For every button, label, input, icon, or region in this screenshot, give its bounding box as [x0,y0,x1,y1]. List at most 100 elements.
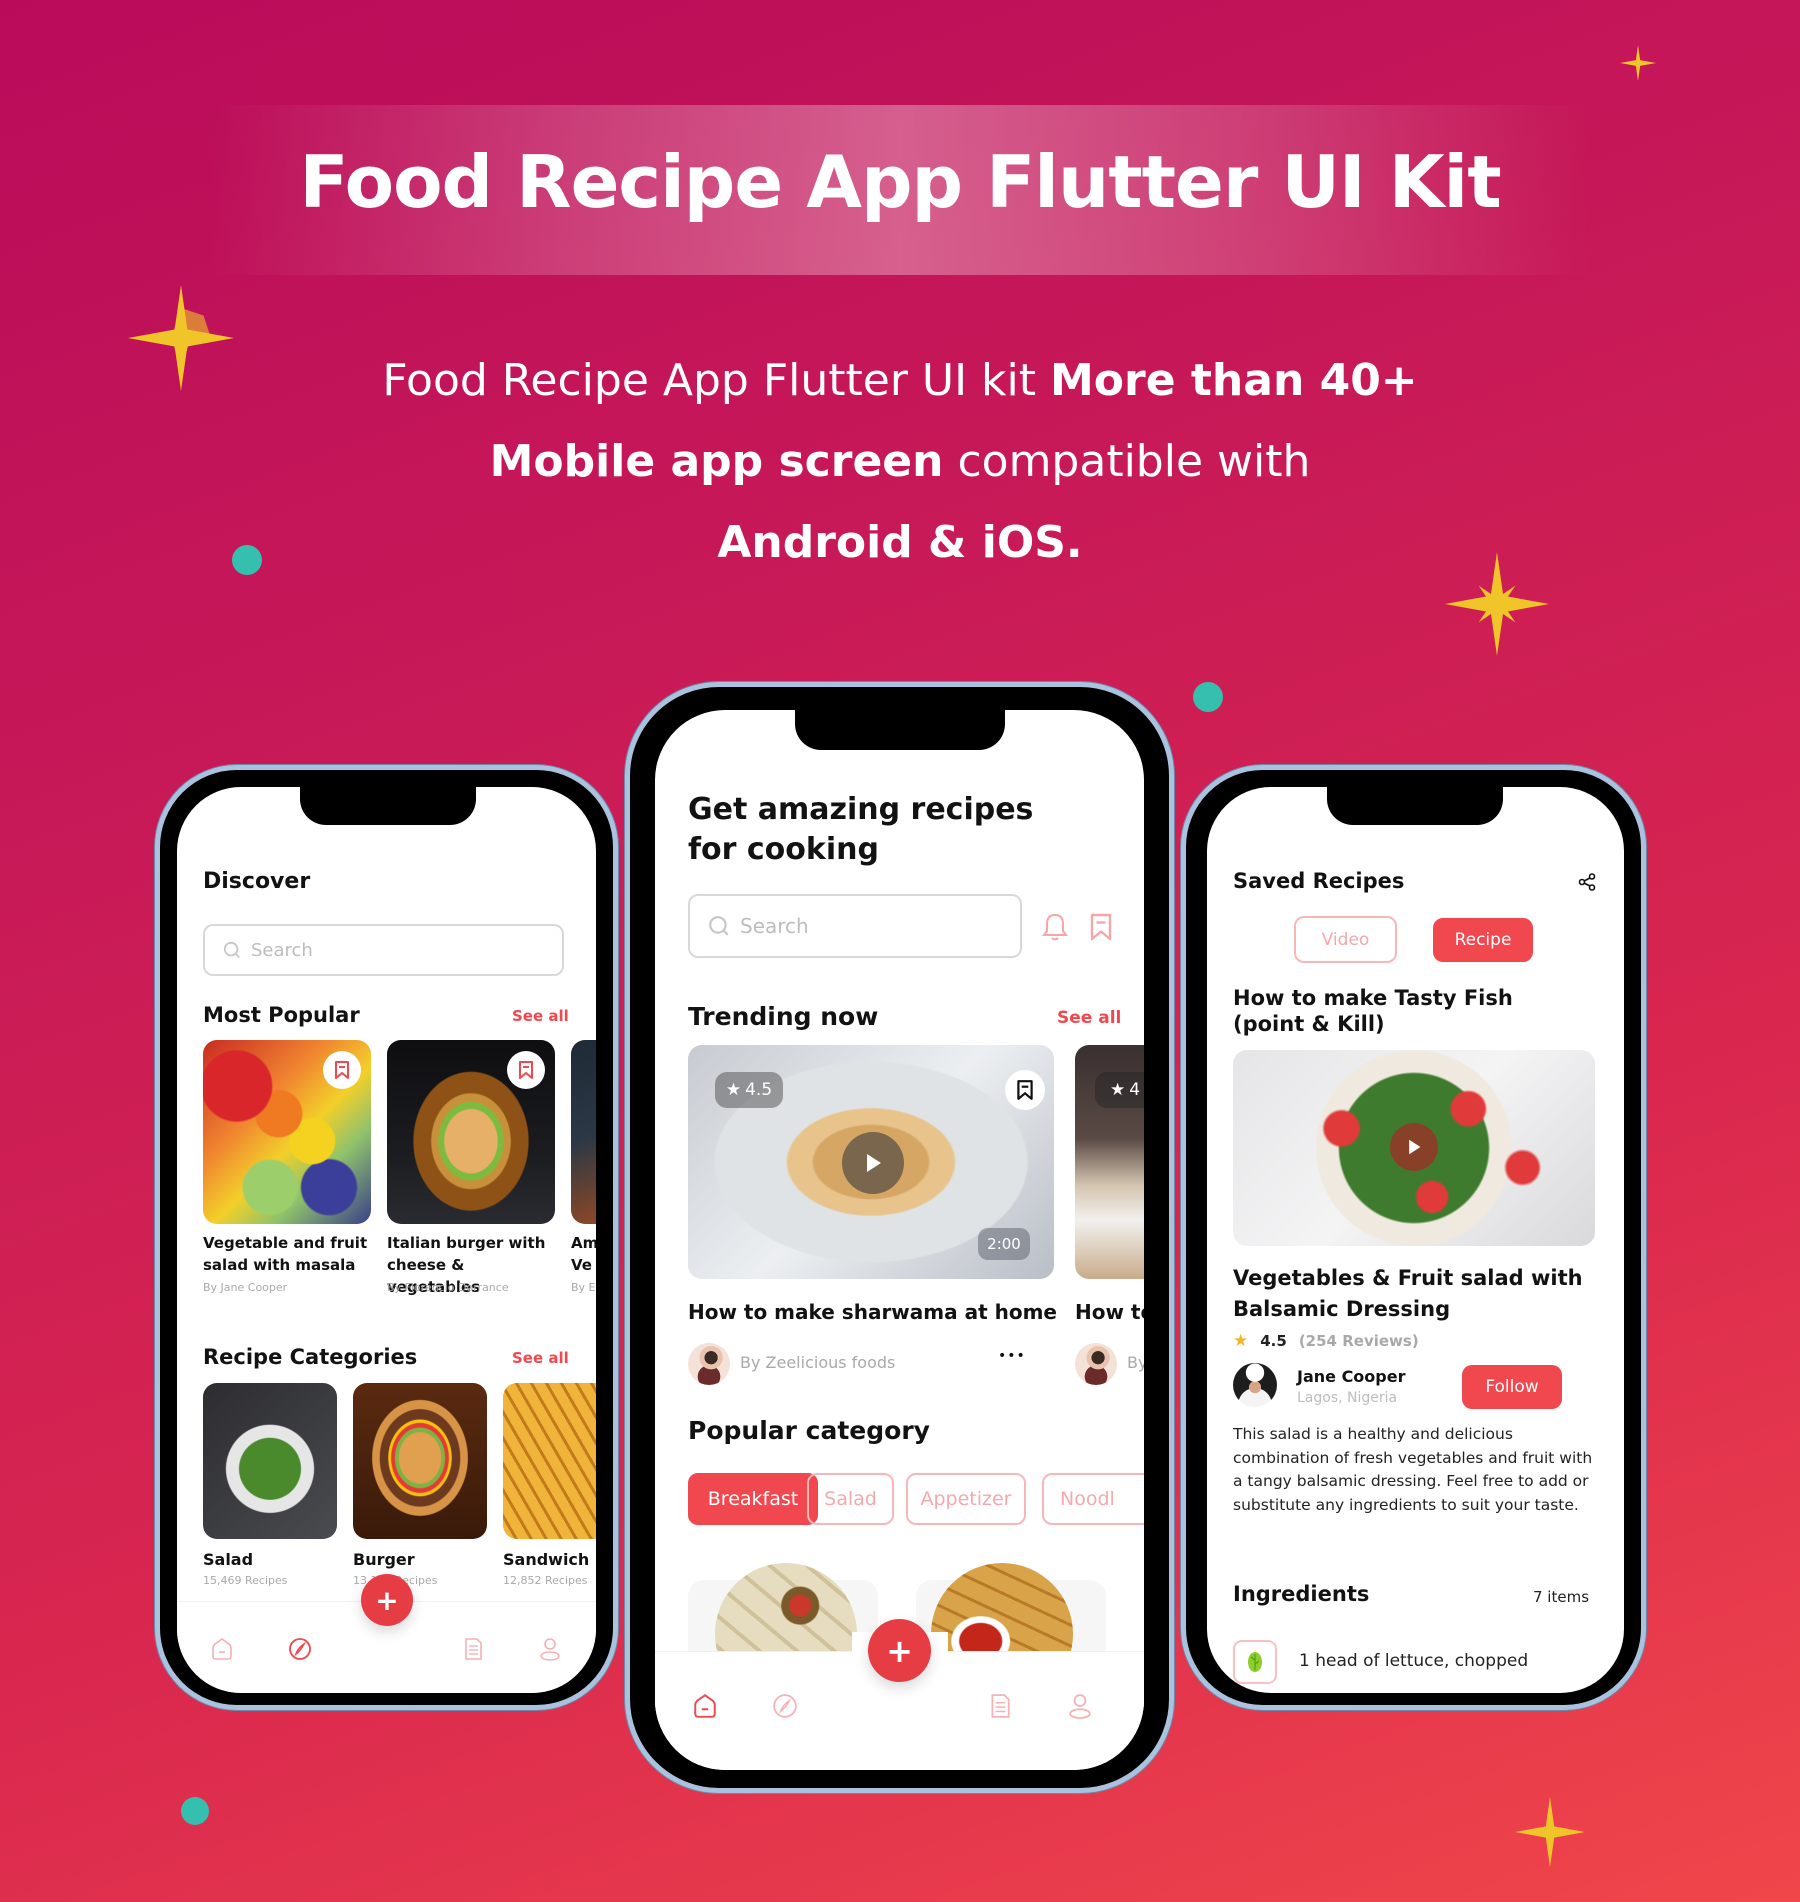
tab-video[interactable]: Video [1294,916,1397,963]
notification-bell-icon[interactable] [1042,912,1068,942]
recipe-author: By E [571,1281,596,1294]
recipe-author: By Jane Cooper [203,1281,288,1294]
bookmark-button[interactable] [1005,1070,1045,1110]
tab-recipe[interactable]: Recipe [1433,918,1533,962]
share-icon[interactable] [1578,873,1596,891]
add-button[interactable]: + [361,1574,413,1626]
category-count: 15,469 Recipes [203,1574,288,1587]
search-input[interactable]: Search [203,924,564,976]
document-icon[interactable] [988,1692,1012,1720]
recipe-title: Am Ve [571,1234,596,1274]
ingredient-icon-box [1233,1640,1277,1684]
section-popular-category: Popular category [688,1416,930,1445]
author-avatar [1075,1343,1117,1385]
bookmark-icon [335,1061,349,1079]
recipe-title-line-2: Balsamic Dressing [1233,1297,1451,1321]
recipe-author: By Florencio Dorrance [387,1281,509,1294]
video-title-line-2: (point & Kill) [1233,1012,1385,1036]
recipe-title: Vegetable and fruit salad with masala [203,1234,368,1274]
follow-button[interactable]: Follow [1462,1365,1562,1409]
title-line-2: for cooking [688,832,879,867]
bookmark-button[interactable] [323,1051,361,1089]
section-recipe-categories: Recipe Categories [203,1345,418,1369]
category-name: Sandwich [503,1550,590,1569]
lettuce-icon [1248,1652,1262,1672]
subtitle-bold-1: More than 40+ [1050,355,1418,406]
video-title-line-1: How to make Tasty Fish [1233,986,1513,1010]
rating-value: 4.5 [1260,1332,1287,1350]
author-name: By [1127,1353,1144,1372]
sparkle-icon [1515,1797,1585,1867]
chef-avatar [1233,1363,1277,1407]
category-name: Burger [353,1550,415,1569]
decor-dot [181,1797,209,1825]
sparkle-icon [128,285,234,391]
chef-name: Jane Cooper [1297,1367,1406,1386]
play-button[interactable] [1390,1123,1438,1171]
profile-icon[interactable] [1068,1692,1092,1720]
document-icon[interactable] [462,1637,484,1661]
play-button[interactable] [842,1132,904,1194]
chef-location: Lagos, Nigeria [1297,1390,1398,1406]
profile-icon[interactable] [539,1637,561,1661]
video-title: How to make sharwama at home [688,1300,1057,1324]
recipe-description: This salad is a healthy and delicious co… [1233,1425,1593,1514]
video-duration: 2:00 [978,1228,1030,1260]
home-icon[interactable] [210,1637,234,1661]
rating-value: 4 [1129,1080,1141,1100]
star-icon: ★ [1109,1080,1126,1100]
bookmark-icon [1017,1080,1033,1100]
title-line-1: Get amazing recipes [688,792,1034,827]
search-input[interactable]: Search [688,894,1022,958]
bottom-nav: + [655,1619,1144,1770]
star-icon: ★ [725,1080,742,1100]
screen-title: Discover [203,869,311,894]
recipe-title-line-1: Vegetables & Fruit salad with [1233,1266,1583,1290]
bookmark-icon [519,1061,533,1079]
sparkle-icon [1620,45,1656,81]
phone-home: Get amazing recipes for cooking Search T… [625,682,1174,1793]
star-icon: ★ [1233,1331,1249,1351]
bookmark-button[interactable] [507,1051,545,1089]
section-most-popular: Most Popular [203,1003,360,1027]
add-button[interactable]: + [868,1619,931,1682]
see-all-link[interactable]: See all [1057,1008,1121,1028]
screen-title: Get amazing recipes for cooking [688,790,1033,870]
category-chip-salad[interactable]: Salad [807,1473,894,1525]
more-options-button[interactable]: ••• [998,1348,1026,1364]
rating-value: 4.5 [745,1080,773,1100]
category-chip-breakfast[interactable]: Breakfast [688,1473,818,1525]
rating-badge: ★ 4 [1095,1072,1144,1108]
section-ingredients: Ingredients [1233,1582,1370,1606]
play-icon [867,1154,881,1172]
page-title: Food Recipe App Flutter UI Kit [299,140,1501,224]
compass-icon[interactable] [772,1692,798,1720]
category-image [353,1383,487,1539]
sparkle-icon [1445,552,1549,656]
play-icon [1409,1139,1421,1155]
home-icon[interactable] [692,1692,718,1720]
reviews-count: (254 Reviews) [1298,1332,1419,1350]
see-all-link[interactable]: See all [512,1349,569,1367]
category-chip-appetizer[interactable]: Appetizer [906,1473,1026,1525]
rating-row: ★ 4.5 (254 Reviews) [1233,1331,1419,1351]
search-placeholder: Search [251,939,313,961]
subtitle-regular-2: compatible with [943,436,1311,487]
phone-discover: Discover Search Most Popular See all Veg… [155,765,618,1710]
see-all-link[interactable]: See all [512,1007,569,1025]
bottom-nav: + [177,1574,596,1693]
recipe-image [571,1040,596,1224]
subtitle: Food Recipe App Flutter UI kit More than… [300,340,1500,583]
category-image [203,1383,337,1539]
author-name: By Zeelicious foods [740,1353,896,1372]
compass-icon[interactable] [288,1637,312,1661]
subtitle-regular-1: Food Recipe App Flutter UI kit [382,355,1051,406]
decor-dot [232,545,262,575]
video-title: How to make Tasty Fish (point & Kill) [1233,985,1513,1037]
category-count: 12,852 Recipes [503,1574,588,1587]
ingredients-count: 7 items [1533,1588,1590,1606]
category-chip-noodles[interactable]: Noodl [1042,1473,1144,1525]
author-avatar [688,1343,730,1385]
saved-bookmark-icon[interactable] [1089,912,1113,942]
subtitle-bold-3: Android & iOS. [717,517,1083,568]
